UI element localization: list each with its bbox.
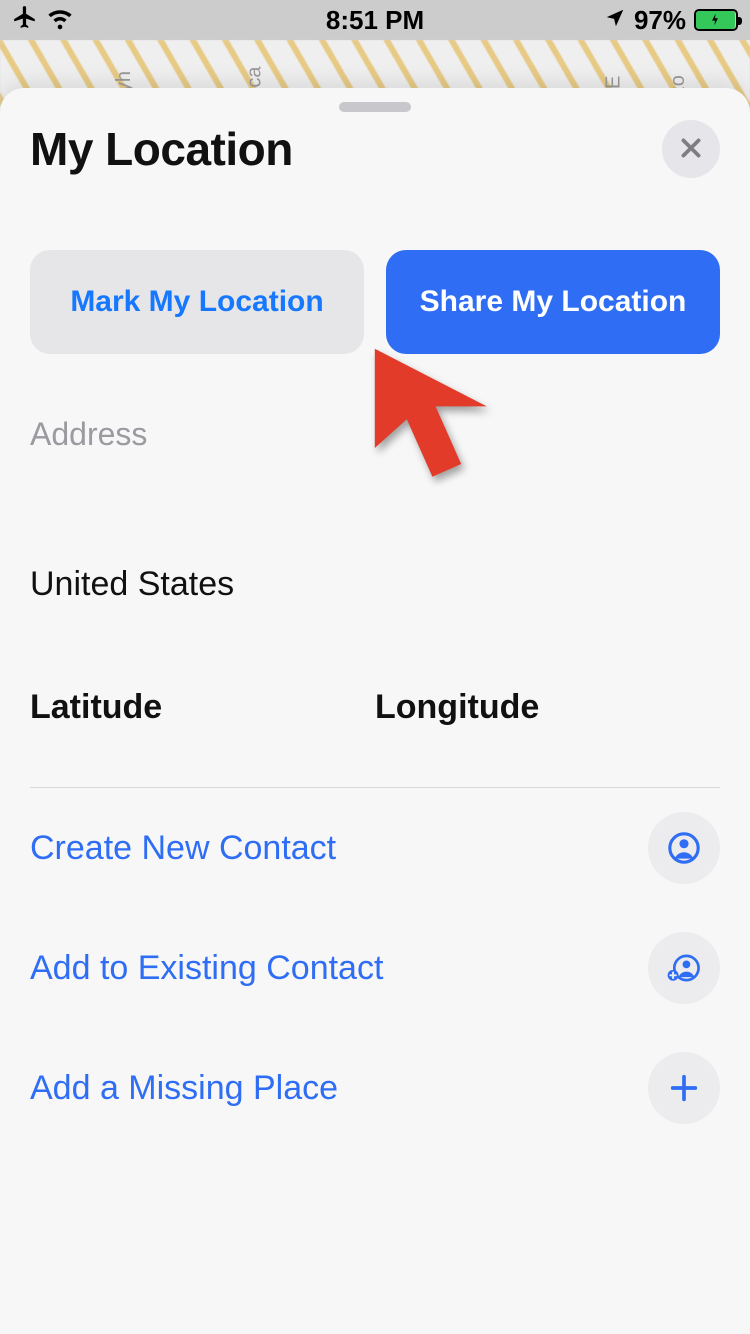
sheet-header: My Location — [30, 120, 720, 178]
location-sheet: My Location Mark My Location Share My Lo… — [0, 88, 750, 1334]
close-button[interactable] — [662, 120, 720, 178]
add-existing-contact-label: Add to Existing Contact — [30, 949, 383, 988]
create-new-contact-label: Create New Contact — [30, 829, 336, 868]
action-button-row: Mark My Location Share My Location — [30, 250, 720, 354]
create-new-contact-row[interactable]: Create New Contact — [30, 788, 720, 908]
status-right: 97% — [604, 5, 738, 36]
status-left — [12, 3, 74, 38]
add-missing-place-label: Add a Missing Place — [30, 1069, 338, 1108]
wifi-icon — [46, 3, 74, 38]
battery-icon — [694, 9, 738, 31]
add-existing-contact-row[interactable]: Add to Existing Contact — [30, 908, 720, 1028]
sheet-title: My Location — [30, 122, 293, 176]
sheet-grabber[interactable] — [339, 102, 411, 112]
contact-icon — [648, 812, 720, 884]
longitude-label: Longitude — [375, 688, 720, 727]
status-bar: 8:51 PM 97% — [0, 0, 750, 40]
plus-icon — [648, 1052, 720, 1124]
address-heading: Address — [30, 416, 720, 453]
location-arrow-icon — [604, 5, 626, 36]
add-missing-place-row[interactable]: Add a Missing Place — [30, 1028, 720, 1148]
add-contact-icon — [648, 932, 720, 1004]
coordinates-row: Latitude Longitude — [30, 688, 720, 727]
address-country: United States — [30, 565, 720, 604]
latitude-label: Latitude — [30, 688, 375, 727]
mark-my-location-button[interactable]: Mark My Location — [30, 250, 364, 354]
battery-percent-label: 97% — [634, 5, 686, 36]
share-my-location-button[interactable]: Share My Location — [386, 250, 720, 354]
close-icon — [678, 135, 704, 164]
airplane-mode-icon — [12, 4, 38, 37]
